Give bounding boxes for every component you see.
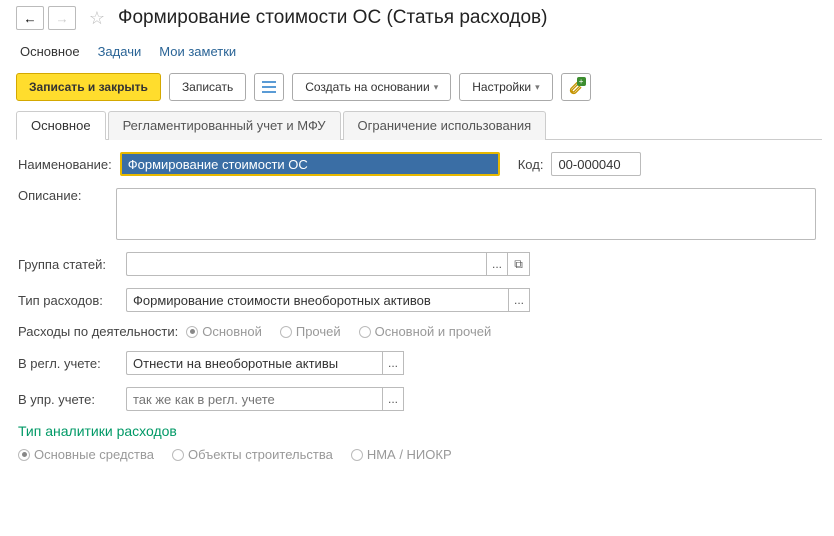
regl-label: В регл. учете: [18, 356, 118, 371]
group-field[interactable] [126, 252, 486, 276]
top-tab-tasks[interactable]: Задачи [98, 44, 142, 59]
radio-icon [359, 326, 371, 338]
code-label: Код: [518, 157, 544, 172]
radio-icon [280, 326, 292, 338]
upr-select-button[interactable]: ... [382, 387, 404, 411]
caret-icon: ▾ [535, 82, 540, 93]
description-field[interactable] [116, 188, 816, 240]
caret-icon: ▾ [434, 82, 439, 93]
settings-button[interactable]: Настройки ▾ [459, 73, 552, 101]
analytics-title: Тип аналитики расходов [18, 423, 816, 439]
name-label: Наименование: [18, 157, 112, 172]
activity-radio-both[interactable]: Основной и прочей [359, 324, 492, 339]
activity-radio-main[interactable]: Основной [186, 324, 262, 339]
type-select-button[interactable]: ... [508, 288, 530, 312]
type-field[interactable] [126, 288, 508, 312]
forward-button[interactable]: → [48, 6, 76, 30]
analytics-radio-os[interactable]: Основные средства [18, 447, 154, 462]
activity-radio-other[interactable]: Прочей [280, 324, 341, 339]
desc-label: Описание: [18, 188, 108, 203]
arrow-right-icon: → [55, 11, 68, 26]
radio-icon [172, 449, 184, 461]
top-tab-notes[interactable]: Мои заметки [159, 44, 236, 59]
report-button[interactable] [254, 73, 284, 101]
activity-label: Расходы по деятельности: [18, 324, 178, 339]
inner-tab-restriction[interactable]: Ограничение использования [343, 111, 547, 140]
upr-label: В упр. учете: [18, 392, 118, 407]
type-label: Тип расходов: [18, 293, 118, 308]
page-title: Формирование стоимости ОС (Статья расход… [118, 7, 547, 29]
paperclip-plus-icon: + [568, 79, 584, 95]
group-select-button[interactable]: ... [486, 252, 508, 276]
analytics-radio-obj[interactable]: Объекты строительства [172, 447, 333, 462]
inner-tab-main[interactable]: Основное [16, 111, 106, 140]
attach-button[interactable]: + [561, 73, 591, 101]
analytics-radio-nma[interactable]: НМА / НИОКР [351, 447, 452, 462]
inner-tabs: Основное Регламентированный учет и МФУ О… [16, 111, 822, 140]
toolbar: Записать и закрыть Записать Создать на о… [0, 67, 834, 111]
top-tabs: Основное Задачи Мои заметки [0, 36, 834, 67]
code-field[interactable] [551, 152, 641, 176]
top-tab-main[interactable]: Основное [20, 44, 80, 59]
radio-icon [351, 449, 363, 461]
favorite-star-icon[interactable]: ☆ [86, 7, 108, 29]
list-icon [262, 80, 276, 94]
regl-select-button[interactable]: ... [382, 351, 404, 375]
regl-field[interactable] [126, 351, 382, 375]
group-open-button[interactable]: ⧉ [508, 252, 530, 276]
arrow-left-icon: ← [23, 11, 36, 26]
radio-icon [18, 449, 30, 461]
save-button[interactable]: Записать [169, 73, 246, 101]
create-based-button[interactable]: Создать на основании ▾ [292, 73, 451, 101]
name-field[interactable] [120, 152, 500, 176]
save-close-button[interactable]: Записать и закрыть [16, 73, 161, 101]
radio-icon [186, 326, 198, 338]
group-label: Группа статей: [18, 257, 118, 272]
upr-field[interactable] [126, 387, 382, 411]
inner-tab-accounting[interactable]: Регламентированный учет и МФУ [108, 111, 341, 140]
back-button[interactable]: ← [16, 6, 44, 30]
